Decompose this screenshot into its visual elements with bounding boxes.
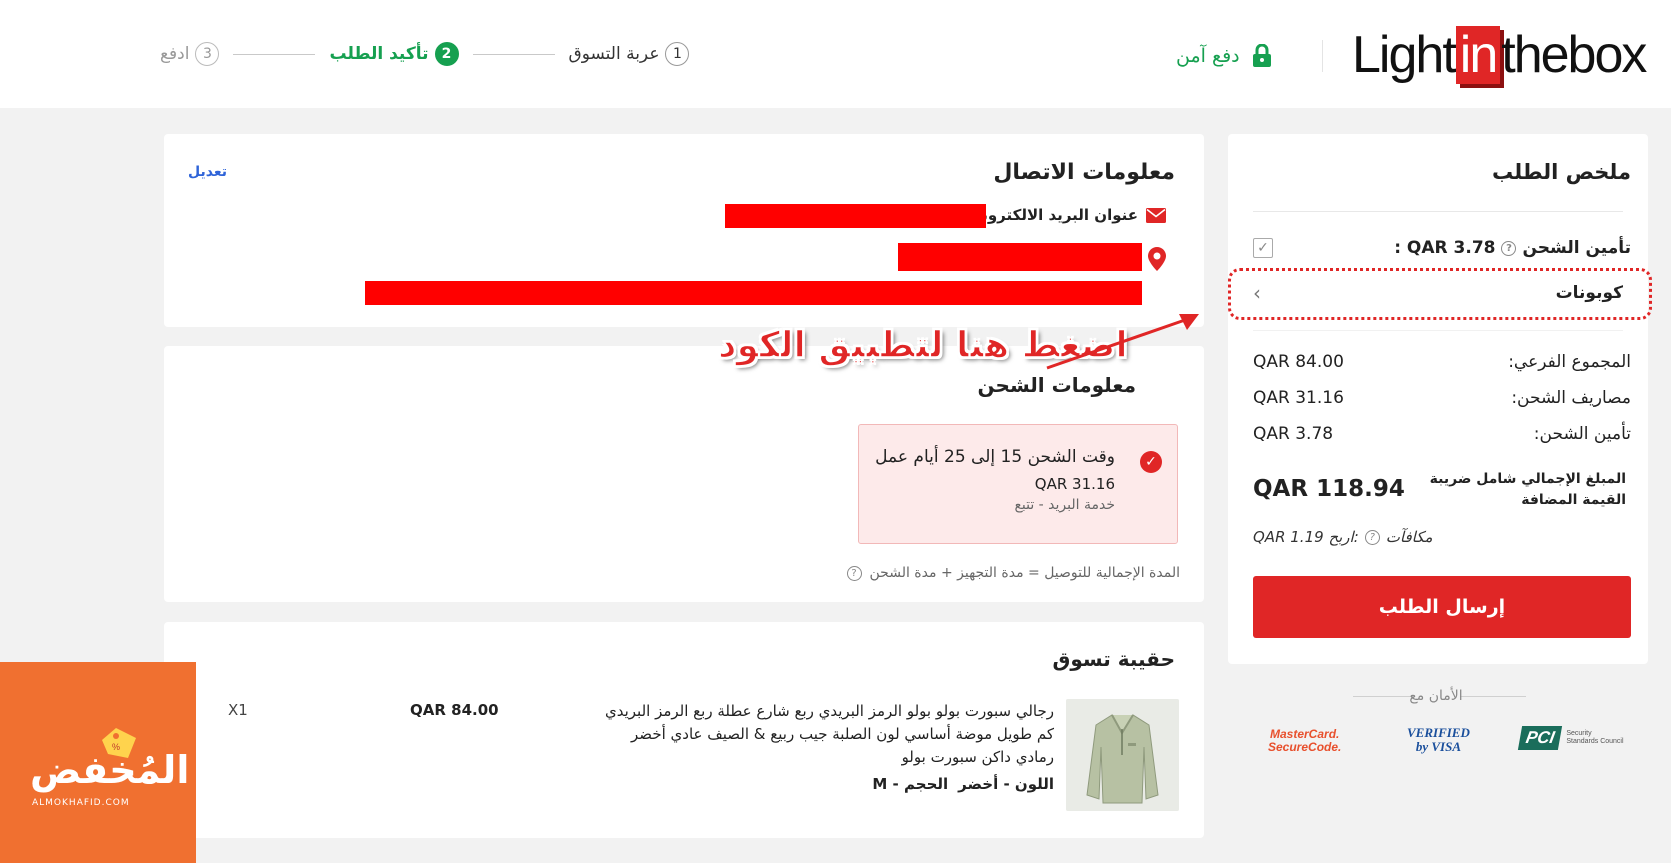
step-label: تأكيد الطلب [329,44,429,64]
check-circle-icon: ✓ [1140,451,1162,473]
summary-divider [1253,211,1623,212]
product-quantity: X1 [228,701,248,719]
logo-part-in: in [1455,26,1501,84]
shipping-cost-row: QAR 31.16 مصاريف الشحن: [1253,388,1631,408]
watermark-url: ALMOKHAFID.COM [32,798,130,808]
product-color: اللون - أخضر [958,775,1054,793]
redacted-email [725,204,986,228]
step-confirm-order: 2 تأكيد الطلب [329,42,459,66]
help-icon[interactable]: ? [1364,529,1380,545]
insurance-value: : QAR 3.78 [1394,238,1496,258]
pci-text-line-2: Standards Council [1566,738,1624,745]
step-connector [233,53,316,55]
header-divider [1322,40,1323,72]
mastercard-securecode-logo: MasterCard. SecureCode. [1268,728,1341,754]
mastercard-line-2: SecureCode. [1268,740,1342,754]
product-size: الحجم - M [872,775,949,793]
edit-contact-link[interactable]: تعديل [188,164,227,180]
step-cart[interactable]: 1 عربة التسوق [569,42,690,66]
step-number: 1 [665,42,690,66]
pci-mark: PCI [1517,726,1563,750]
total-label: المبلغ الإجمالي شامل ضريبة القيمة المضاف… [1429,471,1626,508]
subtotal-row: QAR 84.00 المجموع الفرعي: [1253,352,1631,372]
secure-payment-badge: دفع آمن [1176,40,1272,72]
shipping-option[interactable]: ✓ وقت الشحن 15 إلى 25 أيام عمل QAR 31.16… [858,424,1178,544]
shipping-insurance-row: ✓ تأمين الشحن ? : QAR 3.78 [1253,236,1631,260]
shopping-bag-title: حقيبة تسوق [1052,647,1175,671]
rewards-value: :اربح QAR 1.19 [1253,528,1359,546]
secure-payment-label: دفع آمن [1176,45,1240,67]
subtotal-label: المجموع الفرعي: [1508,352,1631,372]
lightinthebox-logo[interactable]: Light in thebox [1352,26,1647,84]
shipping-cost-label: مصاريف الشحن: [1511,388,1631,408]
order-summary-title: ملخص الطلب [1491,160,1631,184]
step-number: 2 [434,42,459,66]
product-attributes: اللون - أخضر الحجم - M [872,775,1054,793]
coupons-highlight-annotation [1228,268,1652,320]
pci-logo: PCI Security Standards Council [1517,726,1624,750]
insurance-label: تأمين الشحن [1522,238,1631,258]
redacted-name [898,243,1142,271]
polo-shirt-image [1066,699,1179,811]
step-label: ادفع [160,44,190,64]
watermark-brand: المُخفض [30,748,190,792]
shipping-service: خدمة البريد - تتبع [1014,497,1115,513]
total-amount: QAR 118.94 [1253,476,1405,502]
step-connector [472,53,555,55]
watermark: % المُخفض ALMOKHAFID.COM [0,662,196,863]
lock-icon [1252,44,1271,67]
submit-order-button[interactable]: إرسال الطلب [1253,576,1631,638]
shipping-info-title: معلومات الشحن [977,373,1136,397]
product-description[interactable]: رجالي سبورت بولو بولو الرمز البريدي ربع … [604,700,1054,769]
email-row: عنوان البريد الالكتروني: [961,206,1166,224]
email-label: عنوان البريد الالكتروني: [961,206,1138,224]
subtotal-value: QAR 84.00 [1253,352,1344,372]
envelope-icon [1146,207,1166,223]
logo-part-light: Light [1352,26,1457,84]
security-title: الأمان مع [1409,688,1463,704]
delivery-note: المدة الإجمالية للتوصيل = مدة التجهيز + … [846,565,1180,581]
insurance-cost-label: تأمين الشحن: [1533,424,1631,444]
step-number: 3 [195,42,220,66]
annotation-arrow-icon [1046,314,1199,370]
summary-divider [1253,330,1623,331]
pci-text-line-1: Security [1566,730,1592,737]
shipping-cost-value: QAR 31.16 [1253,388,1344,408]
insurance-cost-value: QAR 3.78 [1253,424,1334,444]
step-pay: 3 ادفع [160,42,220,66]
shipping-price: QAR 31.16 [1034,475,1115,493]
location-pin-icon [1148,247,1166,271]
rewards-row: مكافآت ? :اربح QAR 1.19 [1253,528,1433,546]
rewards-label: مكافآت [1385,528,1433,546]
product-price: QAR 84.00 [410,701,499,719]
contact-info-title: معلومات الاتصال [993,160,1175,185]
shipping-time: وقت الشحن 15 إلى 25 أيام عمل [875,447,1115,467]
checkout-steps: 1 عربة التسوق 2 تأكيد الطلب 3 ادفع [160,38,690,70]
help-icon[interactable]: ? [846,565,862,581]
help-icon[interactable]: ? [1501,240,1517,256]
delivery-note-text: المدة الإجمالية للتوصيل = مدة التجهيز + … [869,565,1180,581]
visa-line-2: by VISA [1415,739,1462,754]
logo-part-thebox: thebox [1501,26,1647,84]
insurance-cost-row: QAR 3.78 تأمين الشحن: [1253,424,1631,444]
visa-line-1: VERIFIED [1407,725,1470,740]
step-label: عربة التسوق [568,44,660,64]
redacted-address [365,281,1142,305]
verified-by-visa-logo: VERIFIED by VISA [1407,726,1470,754]
insurance-label-group: تأمين الشحن ? : QAR 3.78 [1394,238,1631,258]
product-image[interactable] [1066,699,1179,811]
insurance-checkbox[interactable]: ✓ [1253,238,1273,258]
